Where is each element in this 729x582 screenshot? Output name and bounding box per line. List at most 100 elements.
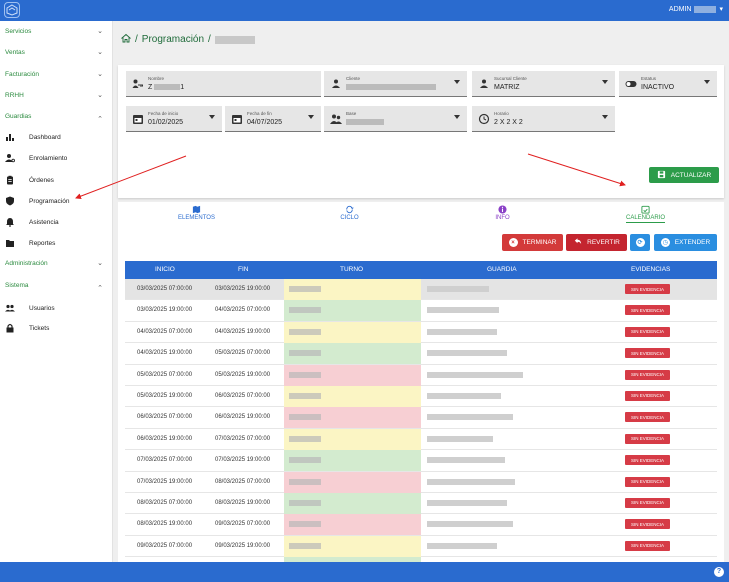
base-select[interactable]: Base: [324, 106, 467, 132]
app-logo-icon[interactable]: [4, 2, 20, 18]
table-row[interactable]: 07/03/2025 07:00:00 07/03/2025 19:00:00 SI…: [125, 450, 717, 472]
cell-inicio: 04/03/2025 07:00:00: [137, 328, 193, 335]
refresh-button[interactable]: ⟳: [630, 234, 650, 251]
table-row[interactable]: 06/03/2025 19:00:00 07/03/2025 07:00:00 SI…: [125, 428, 717, 451]
shield-icon: [5, 196, 15, 206]
sidebar-section-sistema[interactable]: Sistema: [5, 282, 28, 289]
revertir-button[interactable]: REVERTIR: [566, 234, 627, 251]
sidebar-item-programacion[interactable]: Programación: [5, 196, 69, 206]
terminar-label: TERMINAR: [522, 239, 557, 246]
horario-select[interactable]: Horario 2 X 2 X 2: [472, 106, 615, 132]
table-row[interactable]: 03/03/2025 19:00:00 04/03/2025 07:00:00 SI…: [125, 300, 717, 322]
tab-ciclo[interactable]: CICLO: [274, 202, 425, 228]
sidebar-item-asistencia[interactable]: Asistencia: [5, 217, 59, 227]
cell-turno: [284, 535, 421, 557]
sin-evidencia-badge[interactable]: SIN EVIDENCIA: [625, 284, 670, 294]
cell-fin: 03/03/2025 19:00:00: [215, 286, 271, 292]
bell-icon: [5, 217, 15, 227]
fecha-inicio-label: Fecha de inicio: [148, 111, 179, 116]
sidebar: Servicios ⌄ Ventas ⌄ Facturación ⌄ RRHH …: [0, 21, 113, 562]
sidebar-item-enrolamiento[interactable]: Enrolamiento: [5, 153, 67, 163]
sin-evidencia-badge[interactable]: SIN EVIDENCIA: [625, 497, 670, 508]
extender-button[interactable]: ◷ EXTENDER: [654, 234, 717, 251]
sin-evidencia-badge[interactable]: SIN EVIDENCIA: [625, 433, 670, 444]
sidebar-section-administracion[interactable]: Administración: [5, 260, 48, 267]
chevron-down-icon[interactable]: ⌄: [97, 70, 103, 78]
sidebar-item-label: Órdenes: [29, 176, 54, 184]
sin-evidencia-badge[interactable]: SIN EVIDENCIA: [625, 390, 670, 401]
breadcrumb-redacted: [214, 35, 255, 44]
sin-evidencia-badge[interactable]: SIN EVIDENCIA: [625, 369, 670, 380]
help-icon[interactable]: ?: [714, 567, 724, 577]
sidebar-section-rrhh[interactable]: RRHH: [5, 92, 24, 99]
tab-elementos[interactable]: ELEMENTOS: [121, 202, 272, 228]
nombre-field[interactable]: Nombre Z 1: [126, 71, 321, 97]
save-icon: [657, 170, 666, 181]
sin-evidencia-badge[interactable]: SIN EVIDENCIA: [625, 540, 670, 551]
table-row[interactable]: 07/03/2025 19:00:00 08/03/2025 07:00:00 SI…: [125, 471, 717, 493]
table-row[interactable]: 03/03/2025 07:00:00 03/03/2025 19:00:00 SI…: [125, 279, 717, 301]
nombre-value: Z 1: [148, 84, 184, 91]
map-icon: [192, 205, 201, 214]
sin-evidencia-badge[interactable]: SIN EVIDENCIA: [625, 455, 670, 466]
table-row[interactable]: 09/03/2025 07:00:00 09/03/2025 19:00:00 SI…: [125, 535, 717, 558]
table-row[interactable]: 04/03/2025 19:00:00 05/03/2025 07:00:00 SI…: [125, 343, 717, 365]
header-turno: TURNO: [340, 266, 364, 273]
sidebar-section-servicios[interactable]: Servicios: [5, 28, 31, 35]
user-menu[interactable]: ADMIN ▾: [669, 5, 723, 13]
tab-calendario[interactable]: CALENDARIO: [570, 202, 721, 228]
sidebar-item-usuarios[interactable]: Usuarios: [5, 303, 55, 313]
horario-label: Horario: [494, 111, 509, 116]
table-row[interactable]: 06/03/2025 07:00:00 06/03/2025 19:00:00 SI…: [125, 407, 717, 429]
revertir-label: REVERTIR: [587, 239, 620, 246]
chevron-down-icon[interactable]: ⌄: [97, 48, 103, 56]
chevron-down-icon[interactable]: ⌄: [97, 259, 103, 267]
home-icon[interactable]: [120, 33, 132, 46]
sin-evidencia-badge[interactable]: SIN EVIDENCIA: [625, 519, 670, 530]
cell-fin: 04/03/2025 07:00:00: [215, 307, 271, 314]
sidebar-item-reportes[interactable]: Reportes: [5, 238, 55, 248]
sidebar-section-facturacion[interactable]: Facturación: [5, 71, 39, 78]
cell-turno: [284, 428, 421, 450]
cell-turno: [284, 321, 421, 343]
sidebar-item-ordenes[interactable]: Órdenes: [5, 175, 54, 185]
cell-fin: 09/03/2025 19:00:00: [215, 542, 271, 549]
sin-evidencia-badge[interactable]: SIN EVIDENCIA: [625, 326, 670, 337]
estatus-select[interactable]: Estatus INACTIVO: [619, 71, 717, 97]
sidebar-item-dashboard[interactable]: Dashboard: [5, 132, 61, 142]
table-row[interactable]: 08/03/2025 19:00:00 09/03/2025 07:00:00 SI…: [125, 514, 717, 536]
table-row[interactable]: 04/03/2025 07:00:00 04/03/2025 19:00:00 SI…: [125, 321, 717, 344]
sidebar-item-tickets[interactable]: Tickets: [5, 323, 49, 333]
cliente-select[interactable]: Cliente: [324, 71, 467, 97]
table-row[interactable]: 08/03/2025 07:00:00 08/03/2025 19:00:00 SI…: [125, 492, 717, 515]
sidebar-section-guardias[interactable]: Guardias: [5, 113, 31, 120]
sin-evidencia-badge[interactable]: SIN EVIDENCIA: [625, 412, 670, 423]
fecha-fin-field[interactable]: Fecha de fin 04/07/2025: [225, 106, 321, 132]
chevron-down-icon[interactable]: ⌄: [97, 91, 103, 99]
fecha-fin-value: 04/07/2025: [247, 119, 283, 126]
page-title[interactable]: Programación: [142, 34, 204, 45]
tab-info[interactable]: INFO: [427, 202, 578, 228]
sidebar-section-ventas[interactable]: Ventas: [5, 49, 25, 56]
toggle-icon: [625, 78, 637, 90]
terminar-button[interactable]: × TERMINAR: [502, 234, 563, 251]
sin-evidencia-badge[interactable]: SIN EVIDENCIA: [625, 476, 670, 487]
chevron-up-icon[interactable]: ⌃: [97, 115, 103, 123]
sin-evidencia-badge[interactable]: SIN EVIDENCIA: [625, 305, 670, 316]
users-icon: [5, 303, 15, 313]
cell-fin: 06/03/2025 19:00:00: [215, 414, 271, 421]
base-value: [346, 119, 384, 126]
table-row[interactable]: 05/03/2025 19:00:00 06/03/2025 07:00:00 SI…: [125, 385, 717, 408]
chevron-up-icon[interactable]: ⌃: [97, 284, 103, 292]
calendar-panel: × TERMINAR REVERTIR ⟳ ◷ EXTENDER INICIO …: [118, 228, 724, 579]
cell-fin: 05/03/2025 19:00:00: [215, 371, 271, 378]
sin-evidencia-badge[interactable]: SIN EVIDENCIA: [625, 348, 670, 359]
cell-turno: [284, 471, 421, 493]
chevron-down-icon[interactable]: ⌄: [97, 27, 103, 35]
table-row[interactable]: 05/03/2025 07:00:00 05/03/2025 19:00:00 SI…: [125, 364, 717, 386]
user-gear-icon: [5, 153, 15, 163]
actualizar-button[interactable]: ACTUALIZAR: [649, 167, 719, 183]
cell-inicio: 03/03/2025 19:00:00: [137, 307, 193, 314]
fecha-inicio-field[interactable]: Fecha de inicio 01/02/2025: [126, 106, 222, 132]
sucursal-select[interactable]: Sucursal Cliente MATRIZ: [472, 71, 615, 97]
